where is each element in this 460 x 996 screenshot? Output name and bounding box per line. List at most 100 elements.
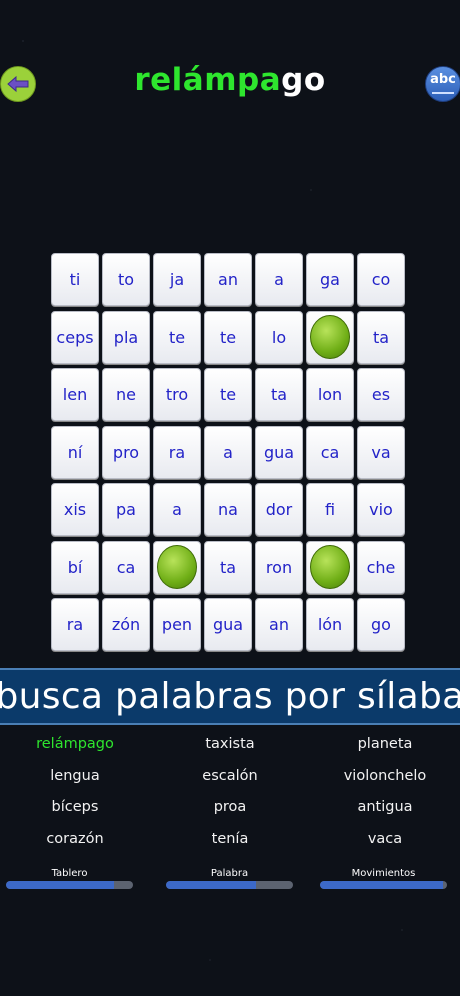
abc-button[interactable]: abc — [425, 66, 460, 102]
syllable-tile[interactable]: a — [255, 253, 303, 306]
syllable-label: pla — [113, 327, 139, 347]
target-word: relámpago — [36, 736, 114, 752]
syllable-tile[interactable]: ceps — [51, 310, 99, 364]
syllable-tile[interactable]: ta — [255, 368, 303, 421]
syllable-label: te — [219, 385, 237, 404]
syllable-label: xis — [63, 500, 87, 519]
syllable-tile[interactable]: ta — [357, 310, 405, 364]
meter-track — [6, 881, 133, 889]
instruction-banner: busca palabras por sílaba — [0, 668, 460, 725]
progress-meters: Tablero Palabra Movimientos — [0, 868, 460, 892]
syllable-tile[interactable]: lón — [306, 598, 354, 651]
syllable-tile[interactable] — [306, 310, 354, 364]
meter-fill — [6, 881, 114, 889]
syllable-tile[interactable]: ra — [51, 598, 99, 651]
syllable-label: a — [274, 270, 284, 289]
syllable-label: te — [219, 327, 237, 347]
syllable-tile[interactable]: ga — [306, 253, 354, 306]
target-word: bíceps — [51, 799, 99, 815]
target-word: tenía — [211, 830, 249, 847]
target-word: proa — [213, 799, 247, 815]
abc-arrow-icon — [432, 92, 454, 94]
syllable-tile[interactable]: gua — [204, 598, 252, 651]
meter-label: Movimientos — [351, 868, 416, 879]
syllable-tile[interactable]: lon — [306, 368, 354, 421]
target-word: vaca — [367, 830, 403, 847]
syllable-board: ti to ja an a ga co ceps pla te te lo ta len ne tro te ta… — [51, 253, 409, 655]
syllable-tile[interactable]: te — [153, 310, 201, 364]
syllable-tile[interactable]: na — [204, 483, 252, 536]
syllable-tile[interactable]: xis — [51, 483, 99, 536]
syllable-tile[interactable]: te — [204, 368, 252, 421]
syllable-tile[interactable]: te — [204, 310, 252, 364]
current-word-title: relámpago — [0, 62, 460, 98]
syllable-tile[interactable]: tro — [153, 368, 201, 421]
meter-palabra: Palabra — [166, 868, 293, 889]
syllable-tile[interactable]: ta — [204, 540, 252, 594]
syllable-tile[interactable] — [153, 540, 201, 594]
syllable-label: ja — [169, 270, 185, 289]
syllable-tile[interactable]: ja — [153, 253, 201, 306]
syllable-tile[interactable] — [306, 540, 354, 594]
syllable-label: che — [366, 557, 396, 577]
syllable-label: lon — [317, 385, 343, 404]
syllable-tile[interactable]: lo — [255, 310, 303, 364]
syllable-tile[interactable]: to — [102, 253, 150, 306]
syllable-tile[interactable]: zón — [102, 598, 150, 651]
syllable-label: a — [223, 442, 233, 462]
syllable-label: lo — [271, 327, 287, 347]
meter-label: Tablero — [51, 868, 88, 879]
meter-track — [320, 881, 447, 889]
syllable-tile[interactable]: fi — [306, 483, 354, 536]
word-list: relámpago taxista planeta lengua escalón viol… — [0, 734, 460, 860]
syllable-label: pen — [161, 615, 193, 634]
syllable-tile[interactable]: an — [204, 253, 252, 306]
syllable-label: ní — [67, 442, 83, 462]
syllable-tile[interactable]: ti — [51, 253, 99, 306]
syllable-label: ra — [66, 615, 84, 634]
syllable-label: ron — [265, 557, 293, 577]
syllable-tile[interactable]: ne — [102, 368, 150, 421]
syllable-label: gua — [263, 442, 295, 462]
title-found-part: relámpa — [134, 62, 282, 98]
syllable-tile[interactable]: va — [357, 425, 405, 479]
syllable-tile[interactable]: a — [153, 483, 201, 536]
syllable-tile[interactable]: len — [51, 368, 99, 421]
syllable-tile[interactable]: bí — [51, 540, 99, 594]
syllable-label: an — [218, 270, 238, 289]
syllable-tile[interactable]: ní — [51, 425, 99, 479]
syllable-tile[interactable]: vio — [357, 483, 405, 536]
target-word: taxista — [205, 736, 255, 752]
syllable-tile[interactable]: dor — [255, 483, 303, 536]
syllable-tile[interactable]: pa — [102, 483, 150, 536]
meter-label: Palabra — [210, 868, 249, 879]
target-word: planeta — [357, 736, 413, 752]
syllable-tile[interactable]: a — [204, 425, 252, 479]
syllable-tile[interactable]: pla — [102, 310, 150, 364]
syllable-label: to — [117, 270, 135, 289]
syllable-tile[interactable]: co — [357, 253, 405, 306]
syllable-label: go — [371, 615, 391, 634]
syllable-tile[interactable]: pen — [153, 598, 201, 651]
syllable-tile[interactable]: ron — [255, 540, 303, 594]
syllable-tile[interactable]: an — [255, 598, 303, 651]
syllable-tile[interactable]: ra — [153, 425, 201, 479]
syllable-label: es — [371, 385, 391, 404]
syllable-label: ra — [168, 442, 186, 462]
syllable-tile[interactable]: ca — [102, 540, 150, 594]
target-word: antigua — [357, 799, 413, 815]
syllable-label: dor — [265, 500, 293, 519]
syllable-tile[interactable]: es — [357, 368, 405, 421]
syllable-label: ti — [69, 270, 81, 289]
syllable-label: co — [371, 270, 391, 289]
syllable-tile[interactable]: pro — [102, 425, 150, 479]
syllable-label: te — [168, 327, 186, 347]
title-remaining-part: go — [281, 62, 326, 98]
syllable-label: pa — [116, 500, 136, 519]
syllable-tile[interactable]: go — [357, 598, 405, 651]
syllable-label: vio — [369, 500, 393, 519]
green-marble-icon — [157, 545, 197, 589]
syllable-tile[interactable]: ca — [306, 425, 354, 479]
syllable-tile[interactable]: che — [357, 540, 405, 594]
syllable-tile[interactable]: gua — [255, 425, 303, 479]
